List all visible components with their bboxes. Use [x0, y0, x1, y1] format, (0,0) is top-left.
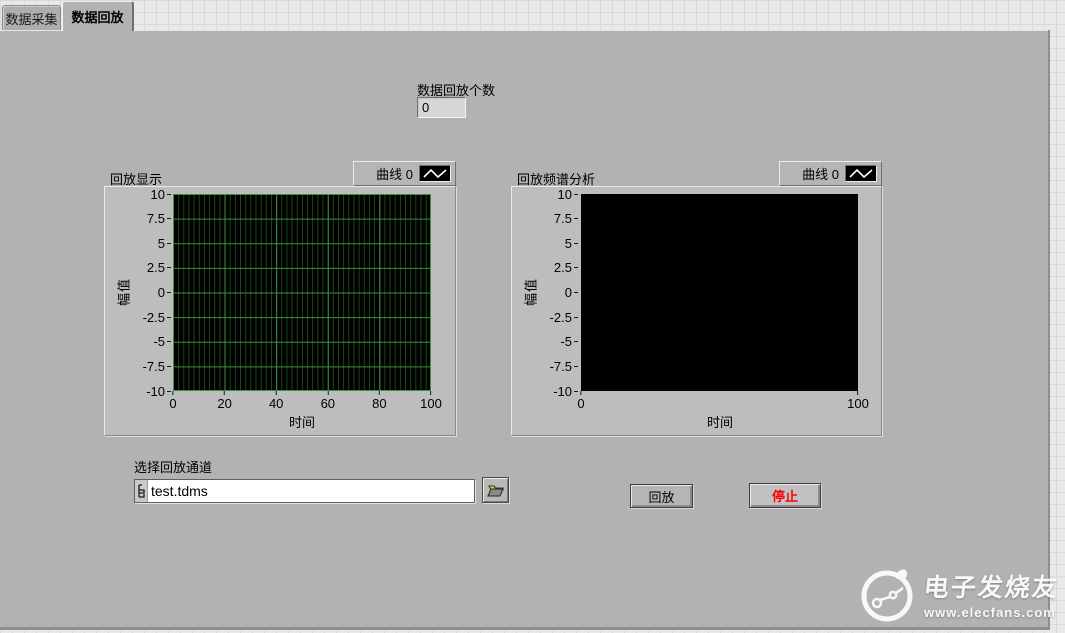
plot-area	[173, 194, 431, 391]
x-tick: 0	[577, 391, 585, 411]
x-axis-label: 时间	[288, 415, 316, 430]
chart-frame: 幅值 10 7.5 5 2.5 0 -2.5 -5 -7.5 -10 0 20 40 60 80 100 …	[104, 186, 456, 436]
file-path-label: 选择回放通道	[134, 460, 213, 475]
y-tick: -5	[153, 334, 171, 349]
playback-button[interactable]: 回放	[630, 484, 693, 508]
x-tick: 60	[321, 391, 335, 411]
plot-legend[interactable]: 曲线 0	[779, 161, 882, 186]
y-tick: -7.5	[143, 359, 171, 374]
plot-legend-label: 曲线 0	[376, 167, 413, 182]
y-tick: 7.5	[554, 211, 578, 226]
chart-frame: 幅值 10 7.5 5 2.5 0 -2.5 -5 -7.5 -10 0 100 时间	[511, 186, 882, 436]
file-path-control	[134, 479, 475, 503]
y-tick: 10	[151, 187, 171, 202]
y-tick: 2.5	[554, 260, 578, 275]
x-tick: 80	[372, 391, 387, 411]
y-axis: 10 7.5 5 2.5 0 -2.5 -5 -7.5 -10	[105, 187, 171, 399]
plot-area	[581, 194, 858, 391]
y-tick: -2.5	[143, 310, 171, 325]
y-tick: 10	[558, 187, 578, 202]
tab-data-acquisition[interactable]: 数据采集	[2, 5, 61, 30]
y-tick: 7.5	[147, 211, 171, 226]
y-tick: 0	[565, 285, 578, 300]
waveform-chart-playback: 回放显示 曲线 0 幅值 10 7.5 5 2.5 0 -2.5 -5 -7.5 -10 0 20…	[104, 160, 456, 436]
x-axis: 0 100	[577, 391, 869, 413]
x-axis: 0 20 40 60 80 100	[169, 391, 442, 413]
plot-legend[interactable]: 曲线 0	[353, 161, 456, 186]
plot-line-icon	[845, 165, 877, 182]
x-axis-label: 时间	[706, 415, 734, 430]
x-tick: 40	[269, 391, 283, 411]
y-tick: -5	[560, 334, 578, 349]
plot-line-icon	[419, 165, 451, 182]
front-panel: 数据采集 数据回放 数据回放个数 0 回放显示 曲线 0 幅值 10 7.5 5 2.…	[0, 0, 1065, 633]
x-tick: 100	[847, 391, 869, 411]
playback-count-indicator: 0	[417, 97, 466, 118]
y-tick: -7.5	[550, 359, 578, 374]
file-path-input[interactable]	[148, 480, 474, 502]
x-tick: 20	[217, 391, 232, 411]
y-tick: -10	[553, 384, 578, 399]
x-tick: 100	[420, 391, 442, 411]
y-tick: -10	[146, 384, 171, 399]
plot-legend-label: 曲线 0	[802, 167, 839, 182]
y-axis: 10 7.5 5 2.5 0 -2.5 -5 -7.5 -10	[512, 187, 578, 399]
y-tick: 5	[565, 236, 578, 251]
x-tick: 0	[169, 391, 177, 411]
y-tick: 0	[158, 285, 171, 300]
y-tick: 2.5	[147, 260, 171, 275]
waveform-chart-spectrum: 回放频谱分析 曲线 0 幅值 10 7.5 5 2.5 0 -2.5 -5 -7.5 -10 0…	[511, 160, 882, 436]
y-tick: -2.5	[550, 310, 578, 325]
open-folder-icon	[486, 485, 504, 497]
tab-data-playback[interactable]: 数据回放	[62, 1, 134, 31]
y-tick: 5	[158, 236, 171, 251]
browse-button[interactable]	[482, 477, 509, 503]
path-type-icon	[135, 480, 148, 502]
stop-button[interactable]: 停止	[749, 483, 821, 508]
